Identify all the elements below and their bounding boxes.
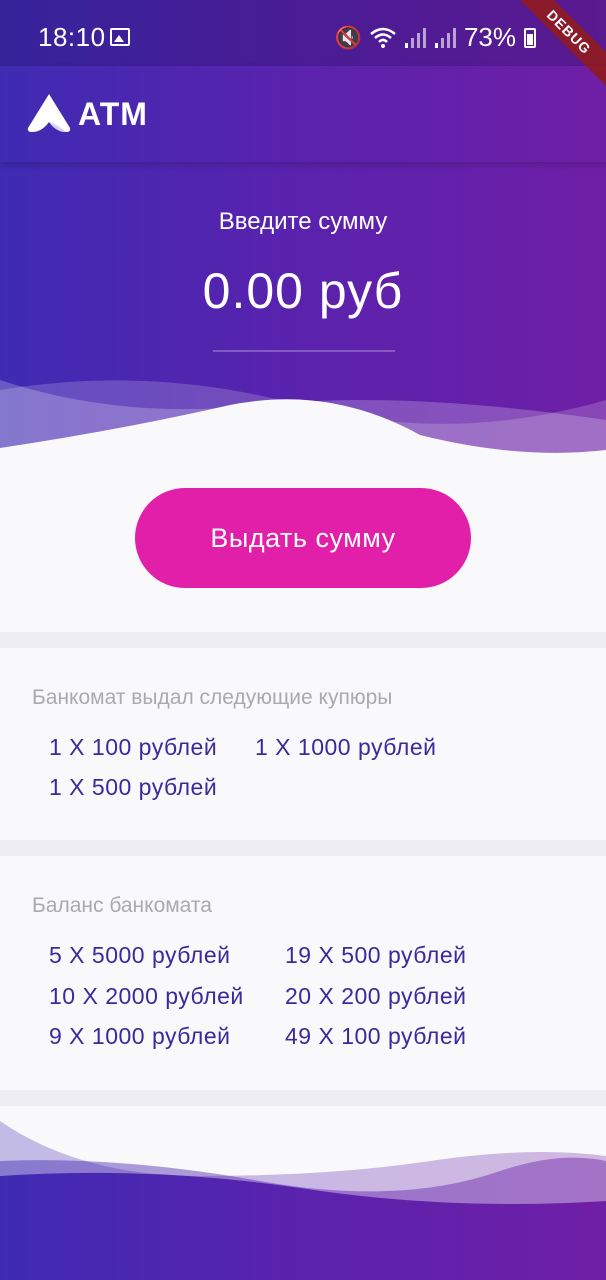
status-icons: 🔇 73% [335, 22, 536, 53]
amount-input[interactable]: 0.00 руб [0, 262, 606, 320]
header-background: 18:10 🔇 73% DEBUG ATM Введите сумму 0.00… [0, 0, 606, 460]
amount-prompt: Введите сумму [218, 208, 388, 235]
header-waves [0, 380, 606, 460]
image-icon [110, 28, 130, 46]
balance-card: Баланс банкомата 5 X 5000 рублей 19 X 50… [0, 856, 606, 1090]
balance-note: 5 X 5000 рублей [49, 942, 231, 968]
dispensed-card: Банкомат выдал следующие купюры 1 X 100 … [0, 648, 606, 840]
wifi-icon [370, 27, 396, 48]
amount-underline [213, 350, 395, 352]
dispensed-note: 1 X 100 рублей [49, 734, 218, 760]
dispensed-note: 1 X 1000 рублей [255, 734, 437, 760]
battery-icon [524, 27, 536, 48]
battery-percent: 73% [463, 22, 516, 52]
signal-icon [404, 27, 426, 48]
balance-title: Баланс банкомата [32, 894, 212, 917]
app-bar: ATM [0, 66, 606, 162]
signal-icon [434, 27, 456, 48]
balance-note: 10 X 2000 рублей [49, 983, 244, 1009]
divider [0, 840, 606, 856]
balance-note: 9 X 1000 рублей [49, 1023, 231, 1049]
atm-logo [27, 94, 71, 132]
divider [0, 632, 606, 648]
balance-note: 49 X 100 рублей [285, 1023, 467, 1049]
mute-icon: 🔇 [334, 24, 362, 50]
app-title: ATM [78, 96, 148, 132]
divider [0, 1090, 606, 1106]
status-time: 18:10 [38, 22, 106, 52]
footer-waves [0, 1106, 606, 1280]
dispensed-title: Банкомат выдал следующие купюры [32, 686, 393, 709]
withdraw-button[interactable]: Выдать сумму [135, 488, 471, 588]
dispensed-note: 1 X 500 рублей [49, 774, 218, 800]
balance-note: 19 X 500 рублей [285, 942, 467, 968]
balance-note: 20 X 200 рублей [285, 983, 467, 1009]
status-bar: 18:10 🔇 73% [0, 0, 606, 66]
